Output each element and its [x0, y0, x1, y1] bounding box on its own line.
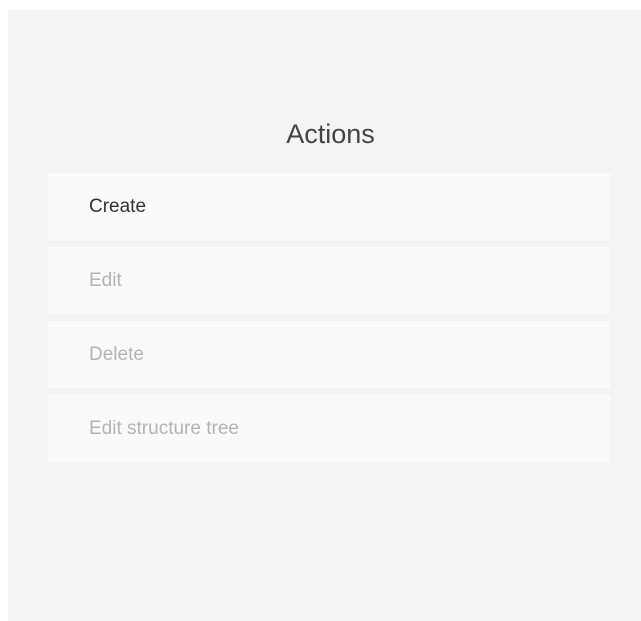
- edit-structure-tree-action[interactable]: Edit structure tree: [48, 395, 610, 462]
- delete-action[interactable]: Delete: [48, 321, 610, 388]
- actions-list: Create Edit Delete Edit structure tree: [48, 173, 610, 469]
- panel-title: Actions: [286, 119, 375, 149]
- edit-action[interactable]: Edit: [48, 247, 610, 314]
- create-action[interactable]: Create: [48, 173, 610, 240]
- actions-panel: Actions Create Edit Delete Edit structur…: [8, 10, 641, 621]
